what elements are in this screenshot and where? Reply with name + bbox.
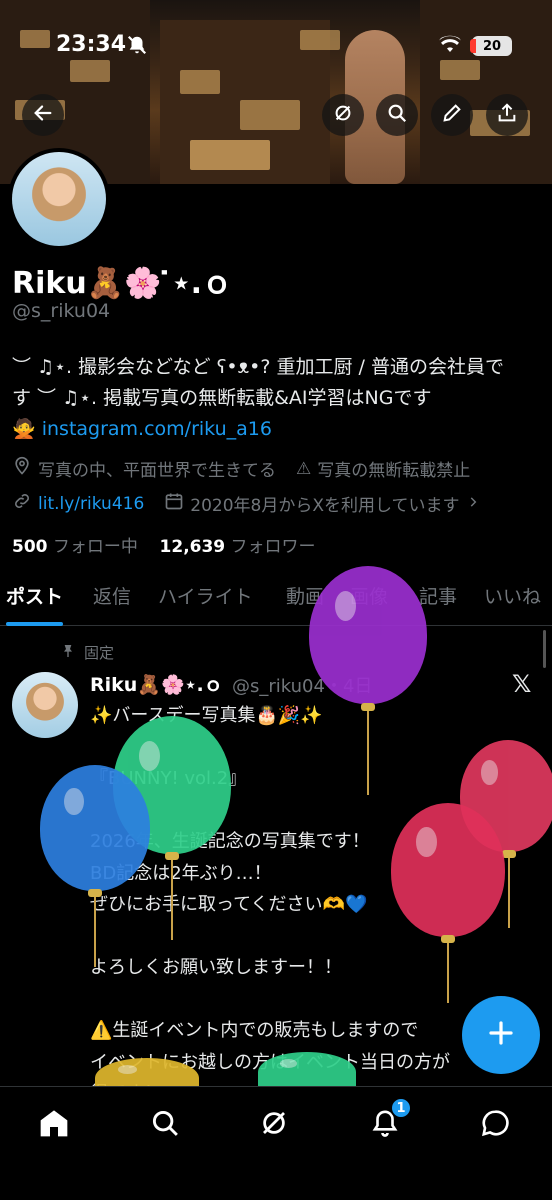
nav-search[interactable] [145,1105,185,1145]
profile-tabs: ポスト 返信 ハイライト 動画 画像 記事 いいね [0,574,552,626]
following-label: フォロー中 [52,537,138,557]
profile-handle: @s_riku04 [12,300,111,322]
location-icon [12,456,32,481]
home-icon [38,1107,70,1143]
tab-posts[interactable]: ポスト [6,574,64,626]
follow-stats: 500 フォロー中 12,639 フォロワー [12,532,316,557]
calendar-icon [164,491,184,516]
profile-joined: 2020年8月からXを利用しています [190,496,460,516]
notification-badge: 1 [390,1097,412,1119]
pinned-label: 固定 [84,644,115,662]
tab-likes[interactable]: いいね [484,574,541,626]
tab-highlights[interactable]: ハイライト [158,574,253,626]
warning-icon: ⚠ [296,458,312,479]
pencil-icon [441,102,463,128]
link-icon [12,491,32,516]
bio-line-1: ︶ ♫⋆. 撮影会などなど ʕ•ᴥ•? 重加工厨 / 普通の会社員で [12,356,504,378]
nav-messages[interactable] [475,1105,515,1145]
grok-icon [332,102,354,128]
message-icon [480,1108,510,1142]
battery-indicator: 20 [470,36,512,56]
search-icon [150,1108,180,1142]
profile-avatar[interactable] [8,148,110,250]
followers-label: フォロワー [230,537,316,557]
followers-link[interactable]: 12,639 フォロワー [160,537,316,557]
following-link[interactable]: 500 フォロー中 [12,537,138,557]
bio-emoji: 🙅 [12,418,36,440]
chevron-right-icon[interactable] [466,494,480,514]
bio-instagram-link[interactable]: instagram.com/riku_a16 [42,418,272,440]
search-button[interactable] [376,94,418,136]
compose-post-button[interactable] [462,996,540,1074]
x-logo-icon: 𝕏 [512,670,532,698]
following-count: 500 [12,537,48,557]
wifi-icon [438,34,462,58]
plus-icon [486,1018,516,1052]
nav-grok[interactable] [254,1105,294,1145]
balloon-purple [309,566,427,704]
tab-replies[interactable]: 返信 [93,574,131,626]
pinned-indicator: 固定 [60,642,114,663]
nav-home[interactable] [34,1105,74,1145]
profile-website-link[interactable]: lit.ly/riku416 [38,494,144,514]
back-button[interactable] [22,94,64,136]
post-author-avatar[interactable] [12,672,78,738]
grok-button[interactable] [322,94,364,136]
scrollbar[interactable] [543,630,546,668]
mute-icon [126,34,148,60]
balloon-red [391,803,505,937]
post-author-name[interactable]: Riku🧸🌸⋆.ｏ [90,670,223,697]
profile-name: Riku🧸🌸 ̇⋆.ｏ [12,266,233,301]
profile-bio: ︶ ♫⋆. 撮影会などなど ʕ•ᴥ•? 重加工厨 / 普通の会社員で す ︶ ♫… [12,352,540,445]
share-icon [496,102,518,128]
share-button[interactable] [486,94,528,136]
grok-icon [259,1108,289,1142]
pin-icon [60,643,76,663]
followers-count: 12,639 [159,537,226,557]
edit-button[interactable] [431,94,473,136]
profile-location: 写真の中、平面世界で生きてる [38,461,276,481]
bio-line-2: す ︶ ♫⋆. 掲載写真の無断転載&AI学習はNGです [12,387,432,409]
search-icon [386,102,408,128]
arrow-left-icon [32,102,54,128]
status-time: 23:34 [56,32,127,57]
balloon-blue [40,765,150,891]
profile-warning: 写真の無断転載禁止 [317,461,471,481]
bottom-navigation [0,1086,552,1200]
